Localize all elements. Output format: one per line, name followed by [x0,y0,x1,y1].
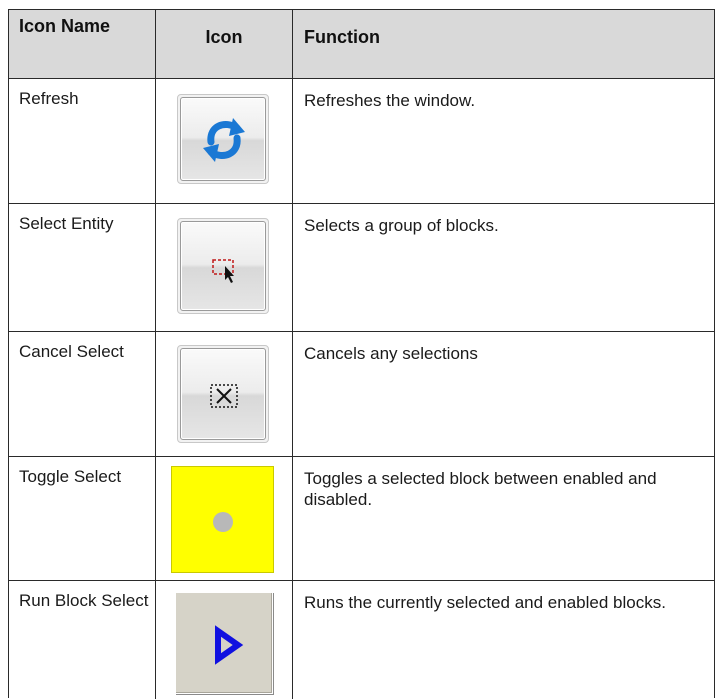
icon-name-cell: Toggle Select [9,457,156,580]
function-cell: Cancels any selections [293,332,714,456]
function-text: Cancels any selections [304,344,478,363]
icon-cell [156,457,293,580]
table-row: Toggle Select Toggles a selected block b… [9,457,714,581]
function-text: Runs the currently selected and enabled … [304,593,666,612]
function-cell: Refreshes the window. [293,79,714,203]
table-row: Cancel Select Cancels any selections [9,332,714,457]
header-icon-name-label: Icon Name [19,16,111,36]
icon-cell [156,332,293,456]
icon-cell [156,79,293,203]
header-cell-function: Function [293,10,714,78]
select-entity-button[interactable] [177,218,269,314]
cancel-select-button[interactable] [177,345,269,443]
function-cell: Runs the currently selected and enabled … [293,581,714,699]
icon-name-cell: Run Block Select [9,581,156,699]
table-row: Select Entity Selects a group of blocks. [9,204,714,332]
run-block-select-button[interactable] [175,592,273,694]
icon-name-text: Toggle Select [19,467,122,486]
icon-name-text: Cancel Select [19,342,124,361]
icon-name-text: Refresh [19,89,79,108]
icon-name-cell: Refresh [9,79,156,203]
icon-name-cell: Cancel Select [9,332,156,456]
function-text: Toggles a selected block between enabled… [304,469,657,509]
refresh-button[interactable] [177,94,269,184]
header-cell-icon-name: Icon Name [9,10,156,78]
header-icon-label: Icon [205,27,243,47]
header-function-label: Function [304,27,380,47]
table-header-row: Icon Name Icon Function [9,10,714,79]
icon-name-cell: Select Entity [9,204,156,331]
function-cell: Toggles a selected block between enabled… [293,457,714,580]
table-row: Run Block Select Runs the currently sele… [9,581,714,699]
icon-name-text: Select Entity [19,214,114,233]
function-cell: Selects a group of blocks. [293,204,714,331]
refresh-icon [203,118,245,162]
icon-cell [156,204,293,331]
toggle-select-button[interactable] [171,466,274,573]
function-text: Selects a group of blocks. [304,216,499,235]
function-text: Refreshes the window. [304,91,476,110]
cancel-select-icon [210,384,238,408]
icon-cell [156,581,293,699]
icon-name-text: Run Block Select [19,591,149,610]
header-cell-icon: Icon [156,10,293,78]
select-entity-icon [212,259,234,283]
table-row: Refresh Refreshes the window. [9,79,714,204]
icon-reference-table: Icon Name Icon Function Refresh Refreshe… [8,9,715,699]
toggle-select-icon [213,512,233,532]
run-block-select-icon [215,625,244,665]
